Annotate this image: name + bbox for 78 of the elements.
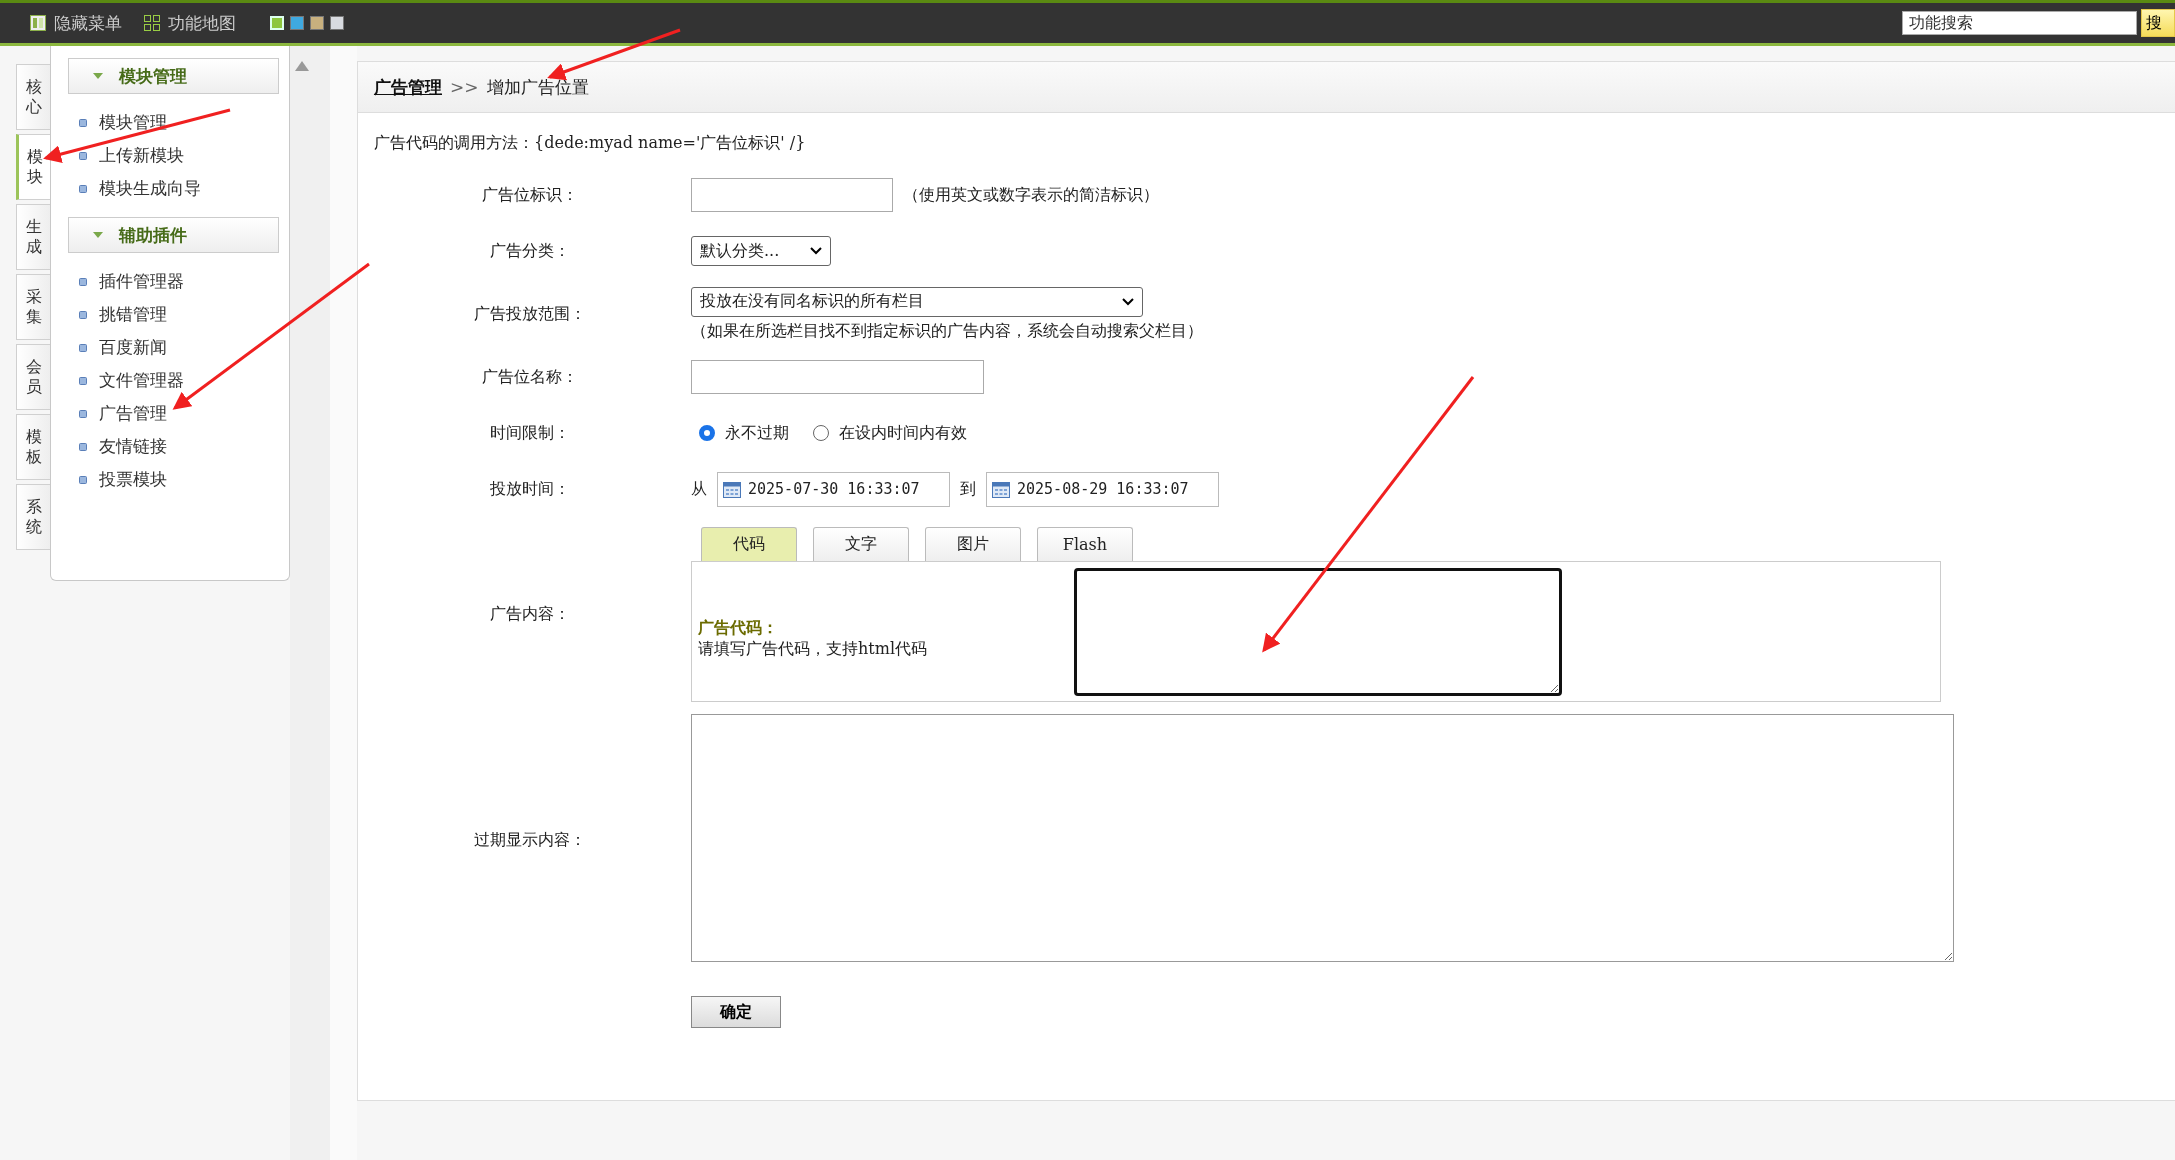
radio-button[interactable] [699,425,715,441]
panel-text: 请填写广告代码，支持html代码 [698,638,929,660]
tab[interactable]: 文字 [813,527,909,561]
calendar-icon [992,480,1010,498]
menu-link[interactable]: 模块管理 [99,111,167,134]
hint-text: （使用英文或数字表示的简洁标识） [903,184,1159,206]
breadcrumb-link[interactable]: 广告管理 [374,75,442,99]
bullet-icon [79,343,87,352]
breadcrumb-separator: >> [450,77,479,97]
field-label: 投放时间： [488,478,571,500]
menu-link[interactable]: 插件管理器 [99,270,184,293]
side-tab[interactable]: 系统 [16,484,50,550]
menu-link[interactable]: 上传新模块 [99,144,184,167]
usage-note: 广告代码的调用方法：{dede:myad name='广告位标识' /} [374,133,807,154]
field-label: 过期显示内容： [472,829,587,851]
code-textarea[interactable] [1074,567,1562,696]
calendar-icon [723,480,741,498]
menu-link[interactable]: 文件管理器 [99,369,184,392]
scroll-up-icon[interactable] [294,60,310,72]
menu-link[interactable]: 投票模块 [99,468,167,491]
hint-text: （如果在所选栏目找不到指定标识的广告内容，系统会自动搜索父栏目） [691,320,1204,342]
side-tab[interactable]: 会员 [16,344,50,410]
bullet-icon [79,310,87,319]
bullet-icon [79,376,87,385]
theme-swatch[interactable] [290,16,304,30]
bullet-icon [79,409,87,418]
chevron-down-icon [810,247,822,255]
menu-group-header[interactable]: 辅助插件 [68,217,279,253]
radio-label: 在设内时间内有效 [839,422,967,444]
menu-link[interactable]: 广告管理 [99,402,167,425]
tab[interactable]: 代码 [701,527,797,561]
side-tab[interactable]: 模板 [16,414,50,480]
field-label: 时间限制： [488,422,571,444]
menu-link[interactable]: 百度新闻 [99,336,167,359]
toolbar-link[interactable]: 隐藏菜单 [30,11,122,35]
panel-title: 广告代码： [698,617,779,639]
caret-icon [93,72,103,80]
range-label: 到 [960,478,976,500]
bullet-icon [79,475,87,484]
bullet-icon [79,277,87,286]
tab[interactable]: Flash [1037,527,1133,561]
bullet-icon [79,151,87,160]
menu-link[interactable]: 挑错管理 [99,303,167,326]
field-label: 广告位标识： [480,184,579,206]
side-tab[interactable]: 核心 [16,64,50,130]
menu-link[interactable]: 友情链接 [99,435,167,458]
side-tab[interactable]: 模块 [16,134,50,200]
grid-icon [144,15,160,31]
bullet-icon [79,118,87,127]
theme-swatch[interactable] [330,16,344,30]
field-label: 广告投放范围： [472,303,587,325]
search-field[interactable]: 功能搜索 [1902,11,2137,35]
tab[interactable]: 图片 [925,527,1021,561]
caret-icon [93,231,103,239]
menu-link[interactable]: 模块生成向导 [99,177,201,200]
submit-button[interactable]: 确定 [691,996,781,1028]
search-button[interactable]: 搜 [2141,9,2175,37]
range-label: 从 [691,478,707,500]
side-tab[interactable]: 采集 [16,274,50,340]
page-title: 增加广告位置 [486,75,589,99]
chevron-down-icon [1122,297,1134,306]
dropdown[interactable]: 默认分类... [691,236,831,266]
input-field[interactable] [691,360,984,394]
field-label: 广告分类： [488,240,571,262]
date-field[interactable]: 2025-07-30 16:33:07 [717,471,950,507]
field-label: 广告内容： [488,604,571,625]
theme-swatch[interactable] [310,16,324,30]
bullet-icon [79,184,87,193]
field-label: 广告位名称： [480,366,579,388]
toolbar-link[interactable]: 功能地图 [144,11,236,35]
radio-label: 永不过期 [725,422,789,444]
side-tab[interactable]: 生成 [16,204,50,270]
bullet-icon [79,442,87,451]
menu-group-header[interactable]: 模块管理 [68,58,279,94]
date-field[interactable]: 2025-08-29 16:33:07 [986,471,1219,507]
input-field[interactable] [691,178,893,212]
panel-icon [30,15,46,31]
dropdown[interactable]: 投放在没有同名标识的所有栏目 [691,286,1143,317]
